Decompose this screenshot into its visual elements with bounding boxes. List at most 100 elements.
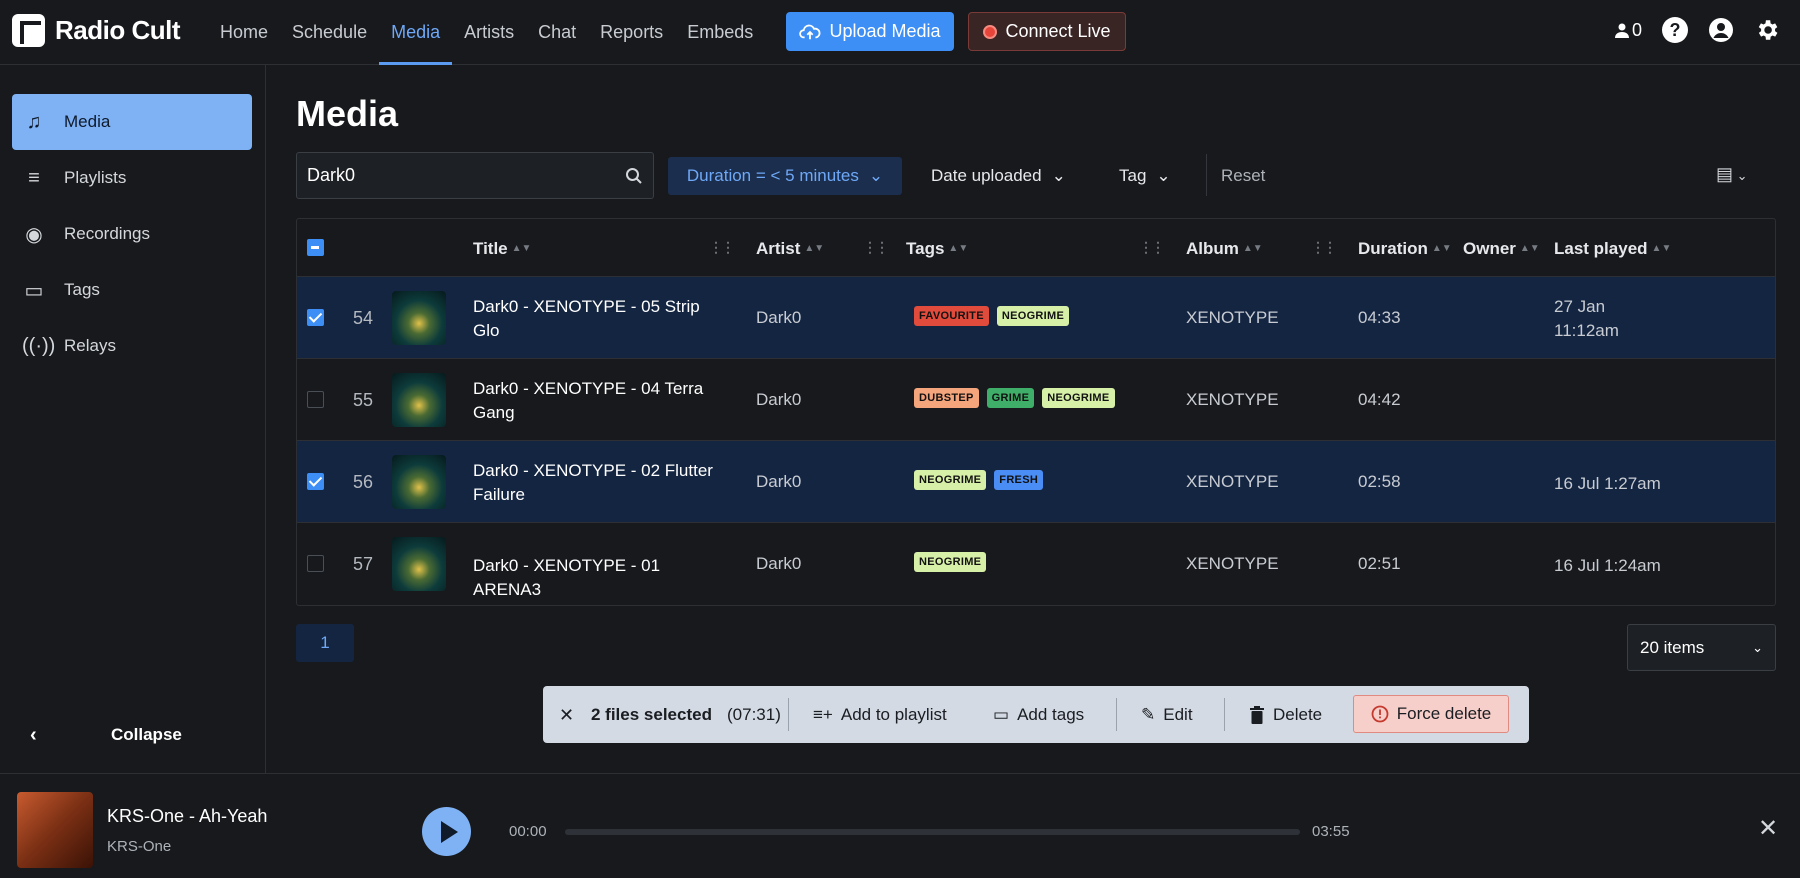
nav-media[interactable]: Media xyxy=(379,0,452,65)
tag-icon: ▭ xyxy=(24,279,44,302)
track-tags: NEOGRIME xyxy=(914,552,987,572)
column-tags[interactable]: Tags ▲▼ xyxy=(906,239,968,259)
close-icon: ✕ xyxy=(1758,815,1779,842)
column-artist[interactable]: Artist ▲▼ xyxy=(756,239,824,259)
app-logo[interactable]: Radio Cult xyxy=(12,14,181,47)
tag-badge[interactable]: NEOGRIME xyxy=(914,552,987,572)
audio-player: KRS-One - Ah-Yeah KRS-One 00:00 03:55 ✕ xyxy=(0,773,1800,878)
drag-handle-icon[interactable]: ⋮⋮ xyxy=(863,239,889,256)
drag-handle-icon[interactable]: ⋮⋮ xyxy=(1311,239,1337,256)
column-label: Last played xyxy=(1554,239,1648,258)
reset-filters-button[interactable]: Reset xyxy=(1221,166,1265,186)
clear-selection-button[interactable]: ✕ xyxy=(559,705,574,726)
add-to-playlist-button[interactable]: ≡+ Add to playlist xyxy=(813,705,947,725)
play-button[interactable] xyxy=(422,807,471,856)
gear-icon[interactable] xyxy=(1754,17,1780,43)
duration-filter[interactable]: Duration = < 5 minutes ⌄ xyxy=(668,157,902,195)
column-label: Owner xyxy=(1463,239,1516,258)
listener-count-value: 0 xyxy=(1631,19,1642,40)
connect-live-button[interactable]: Connect Live xyxy=(968,12,1126,51)
sidebar: ♫ Media ≡ Playlists ◉ Recordings ▭ Tags … xyxy=(0,65,266,773)
tag-badge[interactable]: NEOGRIME xyxy=(1042,388,1115,408)
delete-button[interactable]: Delete xyxy=(1249,705,1322,725)
items-per-page-select[interactable]: 20 items ⌄ xyxy=(1627,624,1776,671)
table-row[interactable]: 55 Dark0 - XENOTYPE - 04 Terra Gang Dark… xyxy=(297,359,1775,441)
table-row[interactable]: 54 Dark0 - XENOTYPE - 05 Strip Glo Dark0… xyxy=(297,277,1775,359)
now-playing-title: KRS-One - Ah-Yeah xyxy=(107,806,268,826)
progress-bar[interactable] xyxy=(565,829,1300,835)
row-number: 55 xyxy=(353,390,374,410)
row-checkbox[interactable] xyxy=(307,473,324,490)
search-icon[interactable] xyxy=(625,167,643,185)
chevron-down-icon: ⌄ xyxy=(1156,166,1171,185)
column-last-played[interactable]: Last played ▲▼ xyxy=(1554,239,1671,259)
sidebar-item-relays[interactable]: ((·)) Relays xyxy=(12,318,252,374)
page-1-button[interactable]: 1 xyxy=(296,624,354,662)
account-icon[interactable] xyxy=(1708,17,1734,43)
nav-embeds[interactable]: Embeds xyxy=(675,0,765,65)
album-art-thumbnail xyxy=(392,455,446,509)
search-field[interactable] xyxy=(296,152,654,199)
add-tags-button[interactable]: ▭ Add tags xyxy=(993,705,1084,725)
nav-chat[interactable]: Chat xyxy=(526,0,588,65)
table-row[interactable]: 56 Dark0 - XENOTYPE - 02 Flutter Failure… xyxy=(297,441,1775,523)
force-delete-button[interactable]: Force delete xyxy=(1353,695,1509,733)
collapse-label: Collapse xyxy=(111,725,182,744)
column-label: Album xyxy=(1186,239,1239,258)
track-title[interactable]: Dark0 - XENOTYPE - 02 Flutter Failure xyxy=(473,459,723,507)
sidebar-item-label: Tags xyxy=(64,280,100,299)
track-artist: Dark0 xyxy=(756,472,802,491)
upload-media-button[interactable]: Upload Media xyxy=(786,12,954,51)
nav-reports[interactable]: Reports xyxy=(588,0,675,65)
close-player-button[interactable]: ✕ xyxy=(1758,814,1778,843)
tag-badge[interactable]: FAVOURITE xyxy=(914,306,989,326)
track-title[interactable]: Dark0 - XENOTYPE - 01 ARENA3 xyxy=(473,554,723,602)
row-checkbox[interactable] xyxy=(307,391,324,408)
select-all-checkbox[interactable] xyxy=(307,239,324,256)
sidebar-item-label: Playlists xyxy=(64,168,127,187)
chevron-down-icon: ⌄ xyxy=(868,166,884,185)
sidebar-item-playlists[interactable]: ≡ Playlists xyxy=(12,150,252,206)
table-row[interactable]: 57 Dark0 - XENOTYPE - 01 ARENA3 Dark0 NE… xyxy=(297,523,1775,605)
row-checkbox[interactable] xyxy=(307,309,324,326)
collapse-sidebar-button[interactable]: ‹ Collapse xyxy=(0,715,266,755)
search-input[interactable] xyxy=(307,165,625,186)
drag-handle-icon[interactable]: ⋮⋮ xyxy=(1139,239,1165,256)
sort-icon: ▲▼ xyxy=(804,243,825,254)
column-album[interactable]: Album ▲▼ xyxy=(1186,239,1263,259)
column-view-toggle[interactable]: ▤ ⌄ xyxy=(1716,164,1748,185)
edit-button[interactable]: ✎ Edit xyxy=(1141,705,1193,725)
tag-badge[interactable]: NEOGRIME xyxy=(996,306,1070,326)
sidebar-item-recordings[interactable]: ◉ Recordings xyxy=(12,206,252,262)
tag-badge[interactable]: NEOGRIME xyxy=(914,470,987,490)
sidebar-item-media[interactable]: ♫ Media xyxy=(12,94,252,150)
sidebar-item-tags[interactable]: ▭ Tags xyxy=(12,262,252,318)
now-playing-cover-art xyxy=(17,792,93,868)
sort-icon: ▲▼ xyxy=(1431,243,1452,254)
date-uploaded-filter[interactable]: Date uploaded ⌄ xyxy=(931,157,1066,195)
track-duration: 02:51 xyxy=(1358,554,1401,573)
nav-schedule[interactable]: Schedule xyxy=(280,0,379,65)
help-icon[interactable]: ? xyxy=(1662,17,1688,43)
track-title[interactable]: Dark0 - XENOTYPE - 04 Terra Gang xyxy=(473,377,723,425)
now-playing-artist: KRS-One xyxy=(107,838,172,855)
track-album: XENOTYPE xyxy=(1186,308,1279,327)
column-title[interactable]: Title ▲▼ xyxy=(473,239,531,259)
drag-handle-icon[interactable]: ⋮⋮ xyxy=(709,239,735,256)
nav-artists[interactable]: Artists xyxy=(452,0,526,65)
table-header: Title ▲▼ ⋮⋮ Artist ▲▼ ⋮⋮ Tags ▲▼ ⋮⋮ Album ▲▼… xyxy=(297,219,1775,277)
tag-badge[interactable]: DUBSTEP xyxy=(914,388,979,408)
divider xyxy=(788,698,789,731)
tag-badge[interactable]: GRIME xyxy=(986,388,1035,408)
listener-count[interactable]: 0 xyxy=(1614,20,1642,41)
tag-filter[interactable]: Tag ⌄ xyxy=(1119,157,1171,195)
column-duration[interactable]: Duration ▲▼ xyxy=(1358,239,1452,259)
tag-badge[interactable]: FRESH xyxy=(994,470,1044,490)
nav-home[interactable]: Home xyxy=(208,0,280,65)
column-owner[interactable]: Owner ▲▼ xyxy=(1463,239,1540,259)
row-checkbox[interactable] xyxy=(307,555,324,572)
track-duration: 04:42 xyxy=(1358,390,1401,409)
column-label: Title xyxy=(473,239,508,258)
sort-icon: ▲▼ xyxy=(1651,243,1672,254)
track-title[interactable]: Dark0 - XENOTYPE - 05 Strip Glo xyxy=(473,295,723,343)
